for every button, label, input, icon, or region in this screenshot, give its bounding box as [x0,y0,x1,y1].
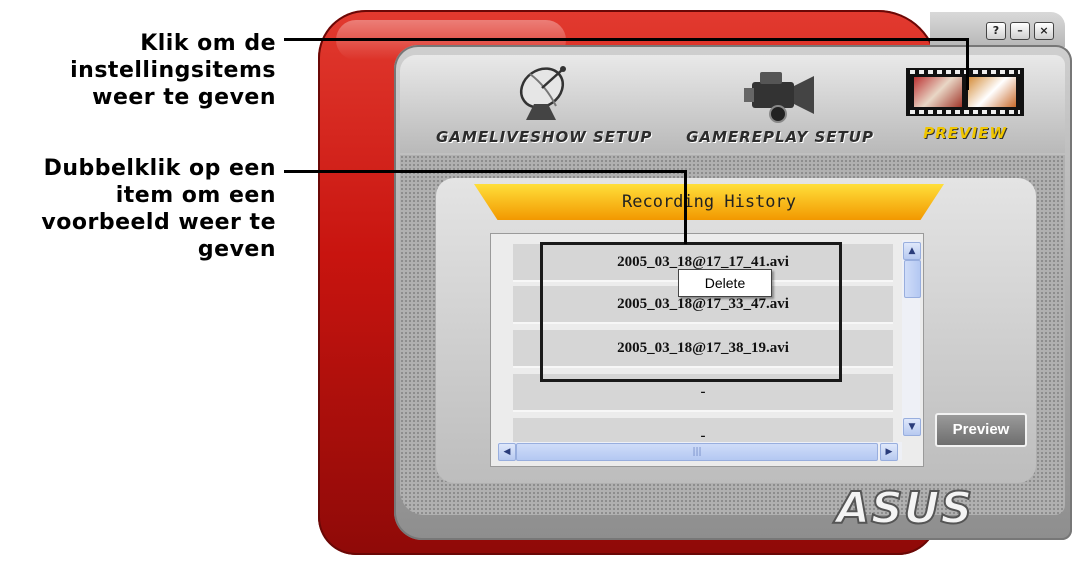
leader-line-settings-drop [966,38,969,90]
highlight-box [540,242,842,382]
horizontal-scroll-thumb[interactable]: ||| [516,443,878,461]
replay-setup-label: GAMEREPLAY SETUP [686,128,874,146]
leader-line-settings [284,38,968,41]
leader-line-doubleclick [284,170,686,173]
satellite-dish-icon [519,66,566,120]
scroll-right-button[interactable]: ▶ [880,443,898,461]
minimize-button[interactable]: – [1010,22,1030,40]
scroll-up-button[interactable]: ▲ [903,242,921,260]
callout-settings: Klik om de instellingsitems weer te geve… [70,31,276,110]
scroll-left-button[interactable]: ◀ [498,443,516,461]
recording-history-title: Recording History [474,184,944,220]
preview-tab-button[interactable]: PREVIEW [900,62,1030,142]
scroll-down-button[interactable]: ▼ [903,418,921,436]
replay-setup-button[interactable]: GAMEREPLAY SETUP [680,62,880,146]
video-camera-icon [744,72,814,123]
film-strip-icon [906,68,1024,116]
preview-button[interactable]: Preview [935,413,1027,447]
close-button[interactable]: × [1034,22,1054,40]
vertical-scroll-thumb[interactable] [904,260,921,298]
callout-doubleclick: Dubbelklik op een item om een voorbeeld … [41,156,276,262]
preview-tab-label: PREVIEW [923,124,1007,142]
liveshow-setup-button[interactable]: GAMELIVESHOW SETUP [436,62,651,146]
leader-line-doubleclick-drop [684,170,687,244]
help-button[interactable]: ? [986,22,1006,40]
liveshow-setup-label: GAMELIVESHOW SETUP [436,128,653,146]
asus-logo: ASUS [835,482,974,535]
